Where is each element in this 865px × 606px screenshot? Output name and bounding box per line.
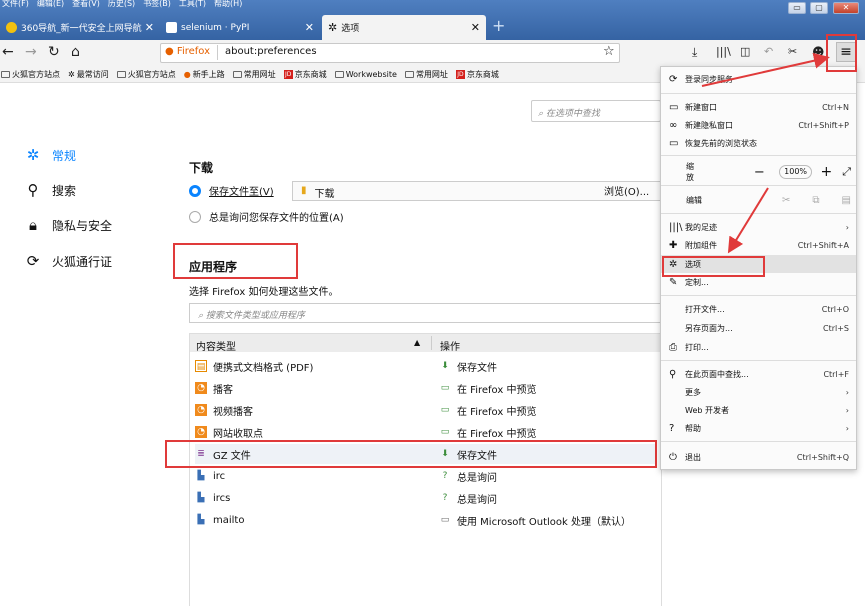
- annotation-arrows: [0, 0, 865, 606]
- arrow-to-menu-button: [702, 58, 826, 86]
- arrow-to-options: [730, 188, 768, 250]
